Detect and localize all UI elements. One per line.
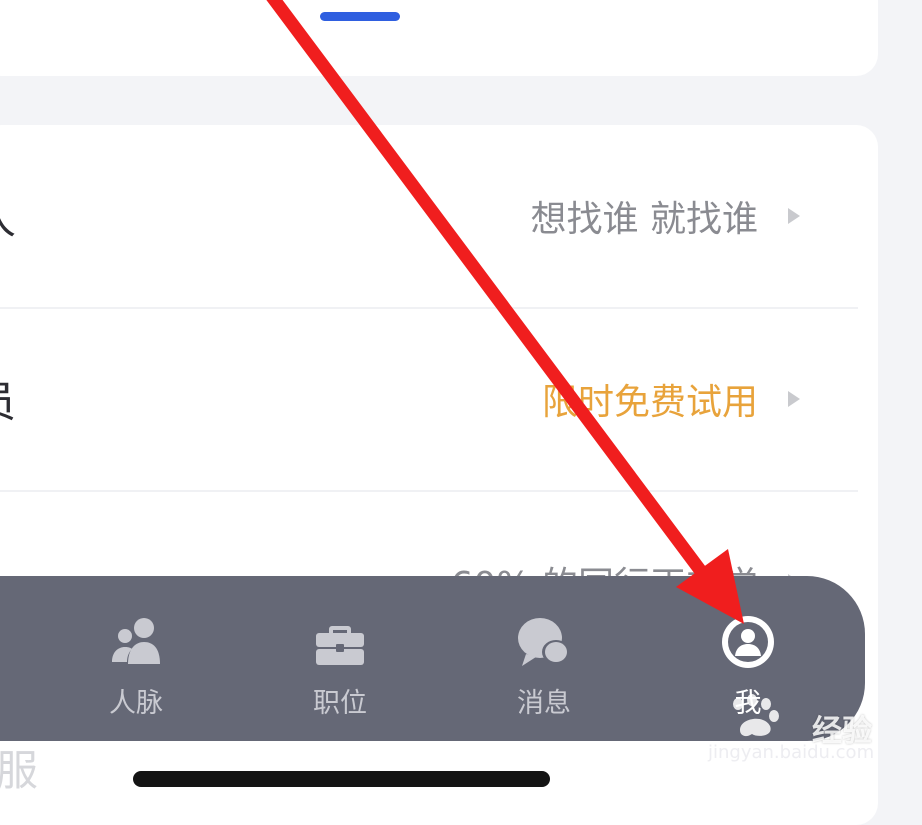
tab-jobs[interactable]: 职位 (280, 576, 400, 741)
tab-indicator (320, 12, 400, 21)
top-card (0, 0, 878, 76)
tab-label: 我 (734, 688, 762, 719)
profile-icon (720, 614, 776, 670)
menu-row-contacts[interactable]: 人 想找谁 就找谁 (0, 125, 858, 309)
bottom-tab-bar: 人脉 职位 消息 我 (0, 576, 865, 741)
menu-partial-label: 服 (0, 746, 39, 795)
menu-row-member[interactable]: 员 限时免费试用 (0, 308, 858, 492)
menu-row-label: 员 (0, 369, 16, 430)
chevron-right-icon (788, 208, 800, 224)
chevron-right-icon (788, 391, 800, 407)
menu-row-label: 人 (0, 186, 16, 247)
briefcase-icon (312, 614, 368, 670)
tab-messages[interactable]: 消息 (484, 576, 604, 741)
tab-label: 消息 (517, 688, 571, 719)
tab-label: 人脉 (109, 688, 163, 719)
menu-row-desc: 想找谁 就找谁 (530, 199, 758, 240)
home-indicator (133, 771, 550, 787)
tab-contacts[interactable]: 人脉 (76, 576, 196, 741)
menu-row-desc: 限时免费试用 (541, 382, 758, 423)
tab-label: 职位 (313, 688, 367, 719)
chat-bubbles-icon (516, 614, 572, 670)
tab-me[interactable]: 我 (688, 576, 808, 741)
people-icon (108, 614, 164, 670)
